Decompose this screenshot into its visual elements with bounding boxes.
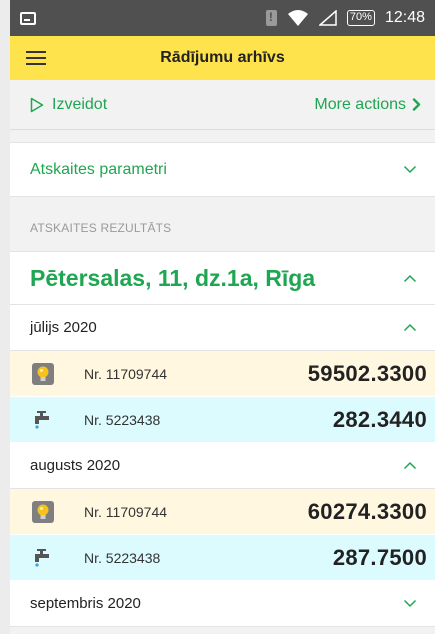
status-icons: 70% 12:48 (266, 9, 425, 27)
screenshot-notification-icon (20, 12, 36, 25)
chevron-down-icon (403, 165, 417, 174)
more-actions-label: More actions (314, 96, 406, 114)
clock: 12:48 (385, 9, 425, 27)
status-bar: 70% 12:48 (10, 0, 435, 36)
more-actions-button[interactable]: More actions (314, 96, 421, 114)
create-button-label: Izveidot (52, 96, 107, 114)
month-row[interactable]: jūlijs 2020 (10, 305, 435, 351)
app-bar: Rādījumu arhīvs (10, 36, 435, 80)
month-label: jūlijs 2020 (30, 319, 97, 336)
action-bar: Izveidot More actions (10, 80, 435, 130)
month-label: augusts 2020 (30, 457, 120, 474)
battery-indicator: 70% (347, 10, 375, 26)
meter-reading: 59502.3300 (308, 361, 427, 387)
hamburger-menu-icon[interactable] (26, 51, 46, 65)
water-tap-icon (32, 547, 54, 569)
create-button[interactable]: Izveidot (30, 96, 107, 114)
meter-number: Nr. 11709744 (84, 366, 167, 382)
page-title: Rādījumu arhīvs (10, 49, 435, 67)
sim-alert-icon (266, 10, 277, 26)
results-section-label: ATSKAITES REZULTĀTS (10, 197, 435, 251)
address-row[interactable]: Pētersalas, 11, dz.1a, Rīga (10, 251, 435, 305)
wifi-icon (287, 9, 309, 27)
meter-reading: 282.3440 (333, 407, 427, 433)
chevron-down-icon (403, 599, 417, 608)
report-parameters-row[interactable]: Atskaites parametri (10, 142, 435, 197)
meter-number: Nr. 5223438 (84, 412, 160, 428)
month-row[interactable]: septembris 2020 (10, 581, 435, 627)
lightbulb-icon (32, 501, 54, 523)
meter-reading: 60274.3300 (308, 499, 427, 525)
meter-row-electricity[interactable]: Nr. 11709744 59502.3300 (10, 351, 435, 397)
meter-row-water[interactable]: Nr. 5223438 287.7500 (10, 535, 435, 581)
month-row[interactable]: augusts 2020 (10, 443, 435, 489)
chevron-up-icon (403, 274, 417, 283)
chevron-up-icon (403, 323, 417, 332)
month-label: septembris 2020 (30, 595, 141, 612)
meter-number: Nr. 11709744 (84, 504, 167, 520)
app-screen: 70% 12:48 Rādījumu arhīvs Izveidot More … (10, 0, 435, 634)
meter-row-water[interactable]: Nr. 5223438 282.3440 (10, 397, 435, 443)
meter-reading: 287.7500 (333, 545, 427, 571)
meter-number: Nr. 5223438 (84, 550, 160, 566)
lightbulb-icon (32, 363, 54, 385)
chevron-right-icon (412, 98, 421, 111)
meter-row-electricity[interactable]: Nr. 11709744 60274.3300 (10, 489, 435, 535)
report-parameters-label: Atskaites parametri (30, 161, 167, 179)
signal-icon (319, 10, 337, 26)
play-icon (30, 97, 44, 113)
chevron-up-icon (403, 461, 417, 470)
address-title: Pētersalas, 11, dz.1a, Rīga (30, 265, 315, 292)
water-tap-icon (32, 409, 54, 431)
